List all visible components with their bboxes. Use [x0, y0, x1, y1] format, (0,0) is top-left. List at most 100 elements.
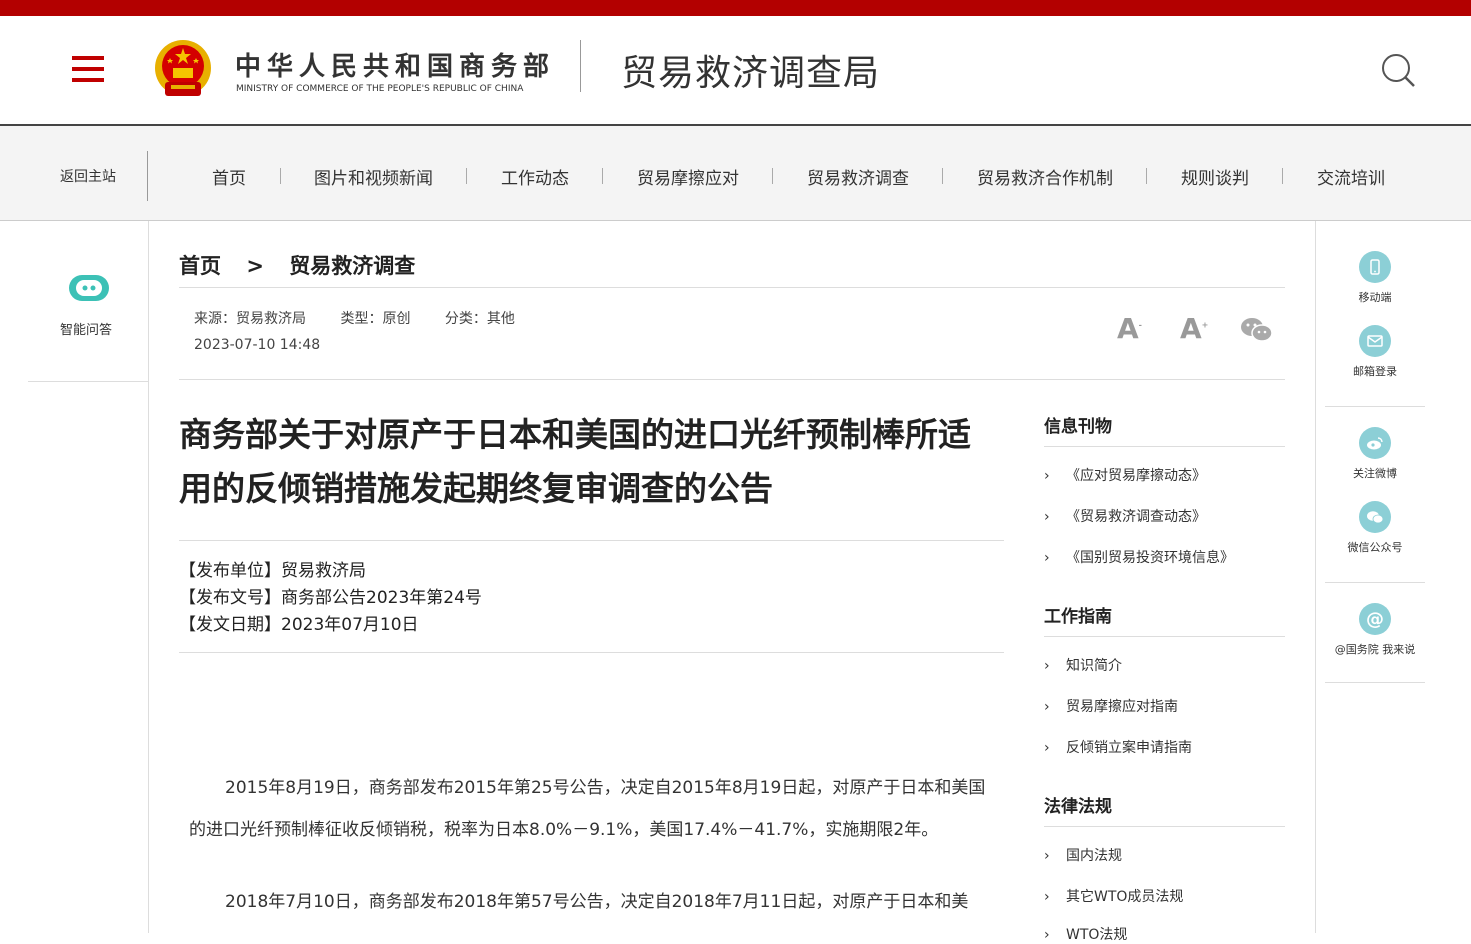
back-home-link[interactable]: 返回主站	[60, 166, 116, 186]
main-nav: 返回主站 首页 图片和视频新闻 工作动态 贸易摩擦应对 贸易救济调查 贸易救济合…	[0, 126, 1471, 221]
chevron-right-icon: ›	[1044, 848, 1050, 864]
chevron-right-icon: ›	[1044, 927, 1050, 943]
bureau-title[interactable]: 贸易救济调查局	[621, 44, 880, 96]
right-divider	[1315, 221, 1316, 933]
chevron-right-icon: ›	[1044, 699, 1050, 715]
right-separator	[1325, 582, 1425, 583]
left-tools: 智能问答	[28, 221, 148, 382]
email-login-label: 邮箱登录	[1353, 365, 1397, 378]
sidebar-link-label: 《应对贸易摩擦动态》	[1066, 468, 1206, 484]
chevron-right-icon: ›	[1044, 889, 1050, 905]
sidebar-link-label: 国内法规	[1066, 848, 1122, 864]
meta-source: 来源：贸易救济局	[194, 311, 306, 327]
header-divider	[580, 40, 581, 92]
nav-separator	[280, 168, 281, 184]
national-emblem-icon[interactable]	[153, 38, 213, 102]
breadcrumb-home[interactable]: 首页	[179, 250, 221, 280]
chevron-right-icon: ›	[1044, 468, 1050, 484]
nav-item-work-news[interactable]: 工作动态	[501, 164, 569, 189]
chevron-right-icon: ›	[1044, 509, 1050, 525]
nav-item-rules[interactable]: 规则谈判	[1181, 164, 1249, 189]
pub-number: 【发布文号】商务部公告2023年第24号	[179, 588, 482, 608]
font-increase-button[interactable]: A+	[1180, 312, 1208, 345]
breadcrumb: 首页 > 贸易救济调查	[179, 250, 415, 280]
article-paragraph: 2015年8月19日，商务部发布2015年第25号公告，决定自2015年8月19…	[189, 778, 986, 840]
right-separator	[1325, 682, 1425, 683]
search-icon[interactable]	[1380, 52, 1416, 88]
email-login-link[interactable]: 邮箱登录	[1325, 325, 1425, 379]
sidebar-link[interactable]: › 反倾销立案申请指南	[1044, 737, 1192, 757]
nav-item-trade-remedy[interactable]: 贸易救济调查	[807, 164, 909, 189]
wechat-share-icon[interactable]	[1240, 316, 1274, 344]
breadcrumb-current[interactable]: 贸易救济调查	[289, 250, 415, 280]
sidebar-link-label: 贸易摩擦应对指南	[1066, 699, 1178, 715]
meta-category: 分类：其他	[444, 311, 515, 327]
menu-icon[interactable]	[72, 56, 104, 84]
ministry-name-en: MINISTRY OF COMMERCE OF THE PEOPLE'S REP…	[236, 84, 524, 94]
robot-icon[interactable]	[67, 271, 111, 305]
weibo-label: 关注微博	[1353, 467, 1397, 480]
top-red-bar	[0, 0, 1471, 16]
ministry-name-cn[interactable]: 中华人民共和国商务部	[235, 46, 555, 83]
weibo-icon	[1359, 427, 1391, 459]
sidebar-link-label: 《国别贸易投资环境信息》	[1066, 550, 1234, 566]
nav-item-training[interactable]: 交流培训	[1317, 164, 1385, 189]
ai-qa-label[interactable]: 智能问答	[60, 319, 112, 338]
nav-divider	[147, 151, 148, 201]
nav-separator	[602, 168, 603, 184]
meta-divider	[179, 379, 1285, 380]
nav-item-trade-friction[interactable]: 贸易摩擦应对	[637, 164, 739, 189]
sidebar-heading-publications: 信息刊物	[1044, 417, 1112, 437]
title-divider	[179, 540, 1004, 541]
wechat-account-link[interactable]: 微信公众号	[1325, 501, 1425, 555]
article-meta: 来源：贸易救济局 类型：原创 分类：其他	[194, 308, 545, 328]
sidebar-link[interactable]: › 《贸易救济调查动态》	[1044, 506, 1206, 526]
sidebar-link-label: 《贸易救济调查动态》	[1066, 509, 1206, 525]
breadcrumb-separator: >	[246, 254, 264, 278]
sidebar-link[interactable]: › 《应对贸易摩擦动态》	[1044, 465, 1206, 485]
sidebar-link[interactable]: › 其它WTO成员法规	[1044, 886, 1183, 906]
breadcrumb-divider	[179, 287, 1285, 288]
mail-icon	[1359, 325, 1391, 357]
publish-date: 2023-07-10 14:48	[194, 337, 321, 353]
sidebar-link-label: 其它WTO成员法规	[1066, 889, 1184, 905]
font-decrease-label: A	[1117, 312, 1139, 345]
article-paragraph: 2018年7月10日，商务部发布2018年第57号公告，决定自2018年7月11…	[225, 892, 969, 912]
left-divider	[148, 221, 149, 933]
sidebar-divider	[1044, 636, 1285, 637]
weibo-link[interactable]: 关注微博	[1325, 427, 1425, 481]
nav-item-media-news[interactable]: 图片和视频新闻	[314, 164, 433, 189]
nav-item-cooperation[interactable]: 贸易救济合作机制	[977, 164, 1113, 189]
sidebar-heading-laws: 法律法规	[1044, 797, 1112, 817]
mobile-link[interactable]: 移动端	[1325, 251, 1425, 305]
wechat-account-label: 微信公众号	[1347, 541, 1403, 554]
sidebar-link[interactable]: › 知识简介	[1044, 655, 1122, 675]
site-header: 中华人民共和国商务部 MINISTRY OF COMMERCE OF THE P…	[0, 16, 1471, 126]
state-council-link[interactable]: @ @国务院 我来说	[1325, 603, 1425, 657]
publication-info: 【发布单位】贸易救济局 【发布文号】商务部公告2023年第24号 【发文日期】2…	[179, 558, 482, 639]
font-decrease-button[interactable]: A-	[1117, 312, 1142, 345]
mobile-icon	[1359, 251, 1391, 283]
chevron-right-icon: ›	[1044, 550, 1050, 566]
at-icon: @	[1359, 603, 1391, 635]
article-title: 商务部关于对原产于日本和美国的进口光纤预制棒所适用的反倾销措施发起期终复审调查的…	[179, 415, 971, 508]
nav-separator	[1282, 168, 1283, 184]
sidebar-heading-guides: 工作指南	[1044, 607, 1112, 627]
pub-unit: 【发布单位】贸易救济局	[179, 561, 366, 581]
sidebar-link-label: 反倾销立案申请指南	[1066, 740, 1192, 756]
nav-separator	[1146, 168, 1147, 184]
sidebar-link[interactable]: › 贸易摩擦应对指南	[1044, 696, 1178, 716]
nav-separator	[772, 168, 773, 184]
sidebar-link[interactable]: › WTO法规	[1044, 924, 1127, 944]
pubinfo-divider	[179, 652, 1004, 653]
sidebar-link-label: 知识简介	[1066, 658, 1122, 674]
sidebar-link-label: WTO法规	[1066, 927, 1128, 943]
sidebar-link[interactable]: › 国内法规	[1044, 845, 1122, 865]
sidebar-divider	[1044, 446, 1285, 447]
nav-separator	[942, 168, 943, 184]
nav-item-home[interactable]: 首页	[212, 164, 246, 189]
pub-date: 【发文日期】2023年07月10日	[179, 615, 419, 635]
sidebar-link[interactable]: › 《国别贸易投资环境信息》	[1044, 547, 1234, 567]
wechat-icon	[1359, 501, 1391, 533]
sidebar-divider	[1044, 826, 1285, 827]
